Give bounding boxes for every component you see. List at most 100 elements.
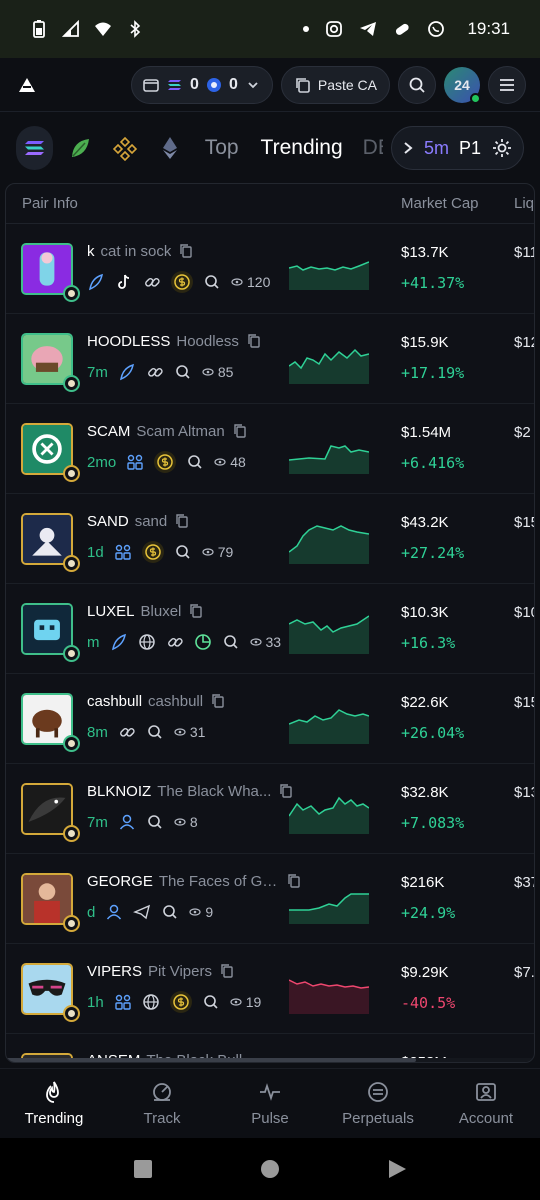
clock: 19:31 (467, 19, 510, 38)
copy-icon[interactable] (173, 512, 191, 530)
table-row[interactable]: VIPERS Pit Vipers 1h 19 $9.29K -40.5% $7… (6, 944, 534, 1034)
preset-selector[interactable]: P1 (459, 138, 481, 159)
pie-chart-icon[interactable] (194, 633, 212, 651)
user-icon[interactable] (118, 813, 136, 831)
token-age: 1h (87, 993, 104, 1011)
chevron-right-icon[interactable] (402, 141, 414, 155)
filter-controls[interactable]: 5m P1 (390, 126, 524, 170)
search-button[interactable] (398, 65, 436, 104)
tiktok-icon[interactable] (115, 273, 133, 291)
holders-grid-icon[interactable] (126, 453, 144, 471)
search-icon[interactable] (146, 723, 164, 741)
tab-dex[interactable]: DE (363, 136, 383, 160)
search-icon[interactable] (146, 813, 164, 831)
table-row[interactable]: GEORGE The Faces of Ge... d 9 $216K +24.… (6, 854, 534, 944)
pill-badge-icon (63, 285, 80, 302)
globe-icon[interactable] (138, 633, 156, 651)
table-row[interactable]: HOODLESS Hoodless 7m 85 $15.9K +17.19% $… (6, 314, 534, 404)
token-ticker: SAND (87, 512, 129, 530)
col-pair-info[interactable]: Pair Info (22, 195, 78, 212)
token-age: 2mo (87, 453, 117, 471)
link-icon[interactable] (143, 273, 161, 291)
telegram-icon[interactable] (133, 903, 151, 921)
feather-icon[interactable] (110, 633, 128, 651)
search-icon[interactable] (161, 903, 179, 921)
table-row[interactable]: SCAM Scam Altman 2mo 48 $1.54M +6.416% $… (6, 404, 534, 494)
tab-trending[interactable]: Trending (261, 136, 343, 160)
menu-button[interactable] (488, 65, 526, 104)
link-icon[interactable] (118, 723, 136, 741)
market-cap: $10.3K (401, 604, 449, 621)
price-change: +41.37% (401, 274, 465, 292)
hamburger-menu-icon (500, 78, 514, 91)
nav-pulse[interactable]: Pulse (220, 1080, 320, 1127)
flame-icon (46, 1081, 59, 1103)
recents-icon[interactable] (132, 1158, 154, 1180)
link-icon[interactable] (166, 633, 184, 651)
nav-account[interactable]: Account (436, 1080, 536, 1127)
chain-solana-tab[interactable] (16, 126, 54, 170)
search-icon[interactable] (222, 633, 240, 651)
perpetuals-icon (368, 1082, 388, 1102)
holders-grid-icon[interactable] (114, 543, 132, 561)
table-row[interactable]: BLKNOIZ The Black Wha... 7m 8 $32.8K +7.… (6, 764, 534, 854)
dollar-coin-icon[interactable] (154, 451, 177, 473)
nav-pulse-label: Pulse (251, 1110, 289, 1127)
chain-leaf-tab[interactable] (61, 126, 98, 170)
paste-ca-button[interactable]: Paste CA (280, 65, 390, 104)
back-icon[interactable] (386, 1158, 408, 1180)
home-icon[interactable] (259, 1158, 281, 1180)
dollar-coin-icon[interactable] (171, 271, 193, 293)
user-icon[interactable] (105, 903, 123, 921)
price-change: -40.5% (401, 994, 456, 1012)
timeframe-selector[interactable]: 5m (424, 138, 449, 159)
copy-icon[interactable] (209, 692, 227, 710)
system-navigation (0, 1138, 540, 1200)
liquidity: $13 (514, 784, 534, 801)
eye-icon (231, 278, 243, 286)
avatar[interactable]: 24 (444, 66, 481, 104)
table-row[interactable]: cashbull cashbull 8m 31 $22.6K +26.04% $… (6, 674, 534, 764)
copy-icon[interactable] (245, 332, 263, 350)
holders-grid-icon[interactable] (114, 993, 132, 1011)
tab-top[interactable]: Top (205, 136, 239, 160)
horizontal-scrollbar[interactable] (6, 1058, 534, 1062)
nav-trending[interactable]: Trending (4, 1080, 104, 1127)
nav-perpetuals[interactable]: Perpetuals (328, 1080, 428, 1127)
feather-icon[interactable] (87, 273, 105, 291)
chain-ethereum-tab[interactable] (152, 126, 189, 170)
pill-badge-icon (63, 915, 80, 932)
link-icon[interactable] (146, 363, 164, 381)
copy-icon[interactable] (218, 962, 236, 980)
dollar-coin-icon[interactable] (141, 541, 164, 563)
wallet-balance-button[interactable]: 0 0 (131, 65, 273, 104)
pill-badge-icon (63, 1005, 80, 1022)
table-row[interactable]: SAND sand 1d 79 $43.2K +27.24% $15 (6, 494, 534, 584)
search-icon[interactable] (174, 363, 192, 381)
nav-track[interactable]: Track (112, 1080, 212, 1127)
dollar-coin-icon[interactable] (169, 991, 192, 1013)
table-row[interactable]: LUXEL Bluxel m 33 $10.3K +16.3% $10 (6, 584, 534, 674)
feather-icon[interactable] (118, 363, 136, 381)
copy-icon[interactable] (231, 422, 249, 440)
col-liquidity[interactable]: Liq (514, 195, 534, 212)
search-icon[interactable] (202, 993, 220, 1011)
col-market-cap[interactable]: Market Cap (401, 195, 479, 212)
token-name: cat in sock (100, 242, 172, 260)
search-icon[interactable] (203, 273, 221, 291)
copy-icon[interactable] (177, 242, 195, 260)
token-ticker: LUXEL (87, 602, 135, 620)
price-sparkline (289, 709, 369, 744)
price-change: +17.19% (401, 364, 465, 382)
chain-bnb-tab[interactable] (106, 126, 143, 170)
copy-icon[interactable] (187, 602, 205, 620)
search-icon[interactable] (174, 543, 192, 561)
search-icon[interactable] (186, 453, 204, 471)
table-row[interactable]: k cat in sock 120 $13.7K +41.37% $11 (6, 224, 534, 314)
gear-icon[interactable] (491, 137, 513, 159)
globe-icon[interactable] (142, 993, 160, 1011)
solana-icon (24, 141, 44, 155)
token-age: m (87, 633, 100, 651)
nav-track-label: Track (143, 1110, 181, 1127)
app-logo-icon[interactable] (16, 74, 38, 96)
